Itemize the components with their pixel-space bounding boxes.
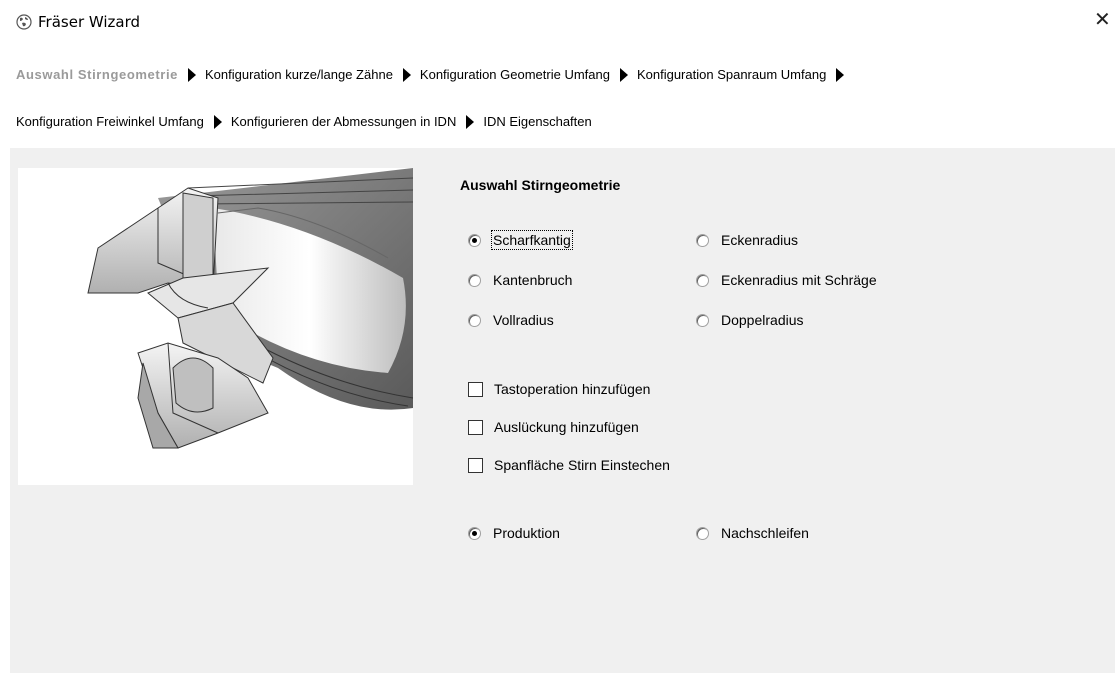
arrow-right-icon [188,67,197,82]
crumb-abmessungen-idn[interactable]: Konfigurieren der Abmessungen in IDN [231,114,456,129]
checkbox-auslueckung[interactable]: Auslückung hinzufügen [468,419,639,435]
radio-button[interactable] [468,273,481,287]
geometry-preview-image [18,168,413,485]
radio-kantenbruch[interactable]: Kantenbruch [468,272,572,288]
checkbox-label: Tastoperation hinzufügen [494,381,651,397]
crumb-freiwinkel-umfang[interactable]: Konfiguration Freiwinkel Umfang [16,114,204,129]
radio-scharfkantig[interactable]: Scharfkantig [468,230,573,250]
radio-eckenradius-mit-schraege[interactable]: Eckenradius mit Schräge [696,272,877,288]
radio-button[interactable] [468,313,481,327]
option-label: Produktion [493,525,560,541]
radio-button[interactable] [696,313,709,327]
arrow-right-icon [402,67,411,82]
radio-button-checked[interactable] [468,526,481,540]
breadcrumb-row-1: Auswahl Stirngeometrie Konfiguration kurz… [16,66,853,82]
window-title: Fräser Wizard [38,13,141,31]
arrow-right-icon [213,114,222,129]
radio-button[interactable] [696,273,709,287]
checkbox-label: Spanfläche Stirn Einstechen [494,457,670,473]
globe-icon [16,14,32,30]
checkbox-spanflaeche-stirn[interactable]: Spanfläche Stirn Einstechen [468,457,670,473]
radio-eckenradius[interactable]: Eckenradius [696,232,798,248]
checkbox-tastoperation[interactable]: Tastoperation hinzufügen [468,381,650,397]
breadcrumb-row-2: Konfiguration Freiwinkel Umfang Konfiguri… [16,113,592,129]
crumb-idn-eigenschaften[interactable]: IDN Eigenschaften [483,114,591,129]
checkbox[interactable] [468,419,483,435]
option-label: Eckenradius mit Schräge [721,272,877,288]
radio-button[interactable] [696,526,709,540]
crumb-kurze-lange-zaehne[interactable]: Konfiguration kurze/lange Zähne [205,67,393,82]
section-title: Auswahl Stirngeometrie [460,177,621,193]
crumb-auswahl-stirngeometrie[interactable]: Auswahl Stirngeometrie [16,67,178,82]
radio-nachschleifen[interactable]: Nachschleifen [696,525,809,541]
wizard-panel: Auswahl Stirngeometrie Scharfkantig Ecke… [10,148,1115,673]
arrow-right-icon [619,67,628,82]
arrow-right-icon [466,114,475,129]
radio-vollradius[interactable]: Vollradius [468,312,554,328]
option-label: Eckenradius [721,232,799,248]
crumb-geometrie-umfang[interactable]: Konfiguration Geometrie Umfang [420,67,610,82]
option-label: Vollradius [493,312,554,328]
checkbox[interactable] [468,457,483,473]
option-label: Kantenbruch [493,272,573,288]
close-icon[interactable]: ✕ [1094,10,1111,30]
radio-produktion[interactable]: Produktion [468,525,560,541]
radio-doppelradius[interactable]: Doppelradius [696,312,804,328]
option-label: Doppelradius [721,312,804,328]
radio-button[interactable] [696,233,709,247]
crumb-spanraum-umfang[interactable]: Konfiguration Spanraum Umfang [637,67,826,82]
option-label: Scharfkantig [491,230,573,250]
radio-button-checked[interactable] [468,233,481,247]
arrow-right-icon [836,67,845,82]
option-label: Nachschleifen [721,525,809,541]
title-bar: Fräser Wizard ✕ [0,0,1115,44]
checkbox-label: Auslückung hinzufügen [494,419,639,435]
checkbox[interactable] [468,381,483,397]
